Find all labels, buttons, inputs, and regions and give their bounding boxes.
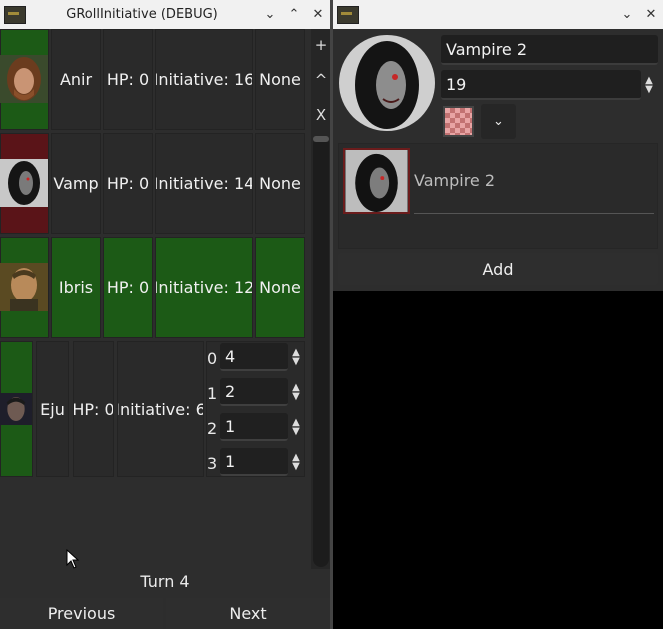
remove-icon[interactable]: X [311,106,331,124]
combatant-hp: HP: 0 [103,133,153,234]
character-portrait[interactable] [339,35,435,131]
combatant-hp: HP: 0 [73,341,114,477]
counter-index: 0 [207,349,218,368]
counter-spinbox[interactable]: 1 [220,448,288,476]
spinbox-arrows-icon[interactable]: ▲ ▼ [290,383,302,402]
spinbox-arrows-icon[interactable]: ▲ ▼ [290,418,302,437]
portrait-anir [0,55,48,103]
counter-index: 2 [207,419,218,438]
combatant-initiative: Initiative: 6 [117,341,204,477]
minimize-icon[interactable]: ⌄ [615,7,639,22]
combatant-status: None [255,29,305,130]
combatant-name: Eju [36,341,69,477]
spinbox-arrows-icon[interactable]: ▲ ▼ [290,348,302,367]
combatant-name: Anir [51,29,101,130]
scrollbar-thumb[interactable] [313,136,329,142]
counter-spinbox[interactable]: 4 [220,343,288,371]
window-title: GRollInitiative (DEBUG) [66,7,218,22]
add-icon[interactable]: + [311,36,331,54]
maximize-icon[interactable]: ⌃ [282,7,306,22]
counter-spinbox[interactable]: 2 [220,378,288,406]
minimize-icon[interactable]: ⌄ [258,7,282,22]
combatant-initiative: Initiative: 16 [155,29,253,130]
app-icon [4,5,26,24]
move-up-icon[interactable]: ^ [311,71,331,89]
left-window: GRollInitiative (DEBUG) ⌄ ⌃ ✕ Anir HP: 0… [0,0,330,629]
chevron-down-icon[interactable]: ⌄ [481,104,516,139]
turn-label: Turn 4 [140,572,190,591]
next-button[interactable]: Next [166,598,330,629]
spinbox-arrows-icon[interactable]: ▲ ▼ [290,453,302,472]
combatant-status: None [255,237,305,338]
counter-index: 3 [207,454,218,473]
previous-button[interactable]: Previous [0,598,163,629]
name-field[interactable]: Vampire 2 [441,35,658,65]
color-swatch[interactable] [443,106,474,137]
app-icon [337,5,359,24]
counter-index: 1 [207,384,218,403]
scrollbar-track[interactable] [313,136,329,567]
combatant-name: Vamp [51,133,101,234]
combatant-initiative: Initiative: 14 [155,133,253,234]
combatant-hp: HP: 0 [103,237,153,338]
portrait-ibris [0,263,48,311]
combatant-initiative: Initiative: 12 [155,237,253,338]
combatant-hp: HP: 0 [103,29,153,130]
portrait-vamp [0,159,48,207]
close-icon[interactable]: ✕ [306,7,330,22]
combatant-status: None [255,133,305,234]
token-label-underline [414,213,654,214]
initiative-spinbox[interactable]: 19 [441,70,641,100]
token-thumbnail[interactable] [343,148,410,214]
portrait-eju [0,393,32,425]
add-button[interactable]: Add [338,253,658,285]
right-titlebar: ⌄ ✕ [333,0,663,29]
close-icon[interactable]: ✕ [639,7,663,22]
combatant-name: Ibris [51,237,101,338]
right-window: ⌄ ✕ Vampire 2 19 ▲ ▼ ⌄ Vampire 2 Add [333,0,663,291]
counter-spinbox[interactable]: 1 [220,413,288,441]
left-titlebar: GRollInitiative (DEBUG) ⌄ ⌃ ✕ [0,0,330,29]
spinbox-arrows-icon[interactable]: ▲ ▼ [643,76,655,95]
token-label: Vampire 2 [414,171,496,190]
mouse-cursor-icon [66,549,80,569]
